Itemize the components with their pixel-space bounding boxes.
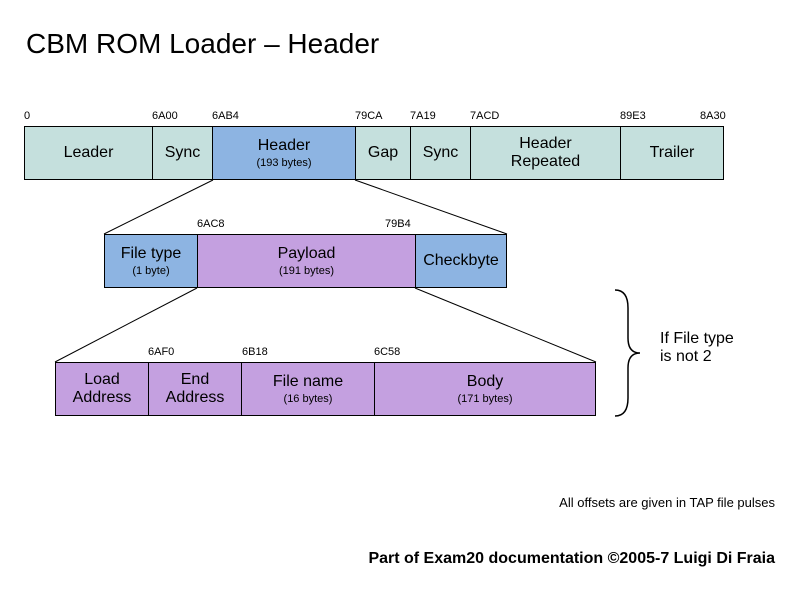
cell-label: File type: [121, 245, 181, 263]
cell-sub: (1 byte): [132, 265, 169, 277]
cell-load-addr: LoadAddress: [56, 363, 149, 415]
connector-lines: [0, 0, 800, 600]
cell-body: Body (171 bytes): [375, 363, 595, 415]
cell-label: Sync: [165, 144, 201, 162]
note-offsets: All offsets are given in TAP file pulses: [559, 495, 775, 510]
cell-label: Header: [258, 137, 310, 155]
offset-label: 6AB4: [212, 110, 239, 122]
brace-icon: [610, 288, 650, 418]
cell-sub: (171 bytes): [457, 393, 512, 405]
cell-label: Leader: [64, 144, 114, 162]
cell-label: File name: [273, 373, 343, 391]
cell-header: Header (193 bytes): [213, 127, 356, 179]
cell-sync: Sync: [153, 127, 213, 179]
cell-filename: File name (16 bytes): [242, 363, 375, 415]
offset-label: 0: [24, 110, 30, 122]
offset-label: 6B18: [242, 346, 268, 358]
page-title: CBM ROM Loader – Header: [26, 28, 379, 60]
cell-sync2: Sync: [411, 127, 471, 179]
offset-label: 7ACD: [470, 110, 499, 122]
cell-leader: Leader: [25, 127, 153, 179]
offset-label: 79B4: [385, 218, 411, 230]
offset-label: 6A00: [152, 110, 178, 122]
cell-label: EndAddress: [166, 371, 225, 406]
cell-label: Payload: [278, 245, 336, 263]
cell-label: Checkbyte: [423, 252, 499, 270]
cell-header-repeated: HeaderRepeated: [471, 127, 621, 179]
cell-trailer: Trailer: [621, 127, 723, 179]
row-top: Leader Sync Header (193 bytes) Gap Sync H…: [24, 126, 724, 180]
row-middle: File type (1 byte) Payload (191 bytes) Che…: [104, 234, 507, 288]
cell-filetype: File type (1 byte): [105, 235, 198, 287]
cell-gap: Gap: [356, 127, 411, 179]
cell-sub: (193 bytes): [256, 157, 311, 169]
offset-label: 79CA: [355, 110, 383, 122]
cell-payload: Payload (191 bytes): [198, 235, 416, 287]
footer-credit: Part of Exam20 documentation ©2005-7 Lui…: [368, 550, 775, 568]
cell-end-addr: EndAddress: [149, 363, 242, 415]
cell-label: HeaderRepeated: [511, 135, 580, 170]
offset-label: 6AC8: [197, 218, 225, 230]
cell-sub: (191 bytes): [279, 265, 334, 277]
cell-sub: (16 bytes): [284, 393, 333, 405]
annotation-filetype: If File typeis not 2: [660, 330, 734, 366]
cell-label: Trailer: [650, 144, 695, 162]
offset-label: 6AF0: [148, 346, 174, 358]
offset-label: 8A30: [700, 110, 726, 122]
cell-label: Sync: [423, 144, 459, 162]
row-bottom: LoadAddress EndAddress File name (16 byte…: [55, 362, 596, 416]
offset-label: 7A19: [410, 110, 436, 122]
cell-label: Gap: [368, 144, 398, 162]
cell-checkbyte: Checkbyte: [416, 235, 506, 287]
cell-label: Body: [467, 373, 503, 391]
offset-label: 6C58: [374, 346, 400, 358]
offset-label: 89E3: [620, 110, 646, 122]
cell-label: LoadAddress: [73, 371, 132, 406]
